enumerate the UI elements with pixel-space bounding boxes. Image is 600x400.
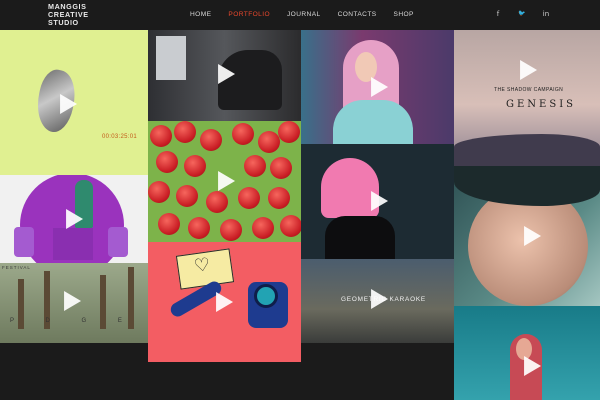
facebook-icon[interactable]: f bbox=[494, 10, 502, 18]
nav-portfolio[interactable]: PORTFOLIO bbox=[228, 11, 270, 18]
play-icon[interactable] bbox=[66, 209, 84, 229]
raspberry bbox=[252, 217, 274, 239]
raspberry bbox=[270, 157, 292, 179]
portfolio-tile-telephone[interactable]: ♡ bbox=[148, 242, 301, 362]
raspberry bbox=[268, 187, 290, 209]
timecode-label: 00:03:25:01 bbox=[102, 134, 137, 140]
window-light bbox=[156, 36, 186, 80]
purple-desk bbox=[53, 228, 93, 260]
raspberry bbox=[232, 123, 254, 145]
play-icon[interactable] bbox=[218, 64, 236, 84]
social-links: f 🐦 in bbox=[494, 10, 550, 18]
raspberry bbox=[148, 181, 170, 203]
raspberry bbox=[150, 125, 172, 147]
play-icon[interactable] bbox=[524, 356, 542, 376]
studio-logo[interactable]: MANGGIS CREATIVE STUDIO bbox=[48, 3, 108, 27]
fur-coat bbox=[333, 100, 413, 144]
nav-home[interactable]: HOME bbox=[190, 11, 211, 18]
raspberry bbox=[244, 155, 266, 177]
portfolio-tile-geometric-karaoke[interactable]: GEOMETRIC KARAOKE bbox=[301, 259, 454, 343]
main-nav: HOME PORTFOLIO JOURNAL CONTACTS SHOP bbox=[190, 11, 431, 18]
raspberry bbox=[174, 121, 196, 143]
heart-icon: ♡ bbox=[192, 253, 212, 278]
campaign-label: THE SHADOW CAMPAIGN bbox=[494, 87, 564, 93]
portfolio-tile-close-up-face[interactable] bbox=[454, 166, 600, 306]
raspberry bbox=[200, 129, 222, 151]
chair-left bbox=[14, 227, 34, 257]
play-icon[interactable] bbox=[60, 94, 78, 114]
nav-journal[interactable]: JOURNAL bbox=[287, 11, 321, 18]
raspberry bbox=[184, 155, 206, 177]
portfolio-tile-teal[interactable] bbox=[454, 306, 600, 400]
raspberry bbox=[176, 185, 198, 207]
dark-hair bbox=[454, 166, 600, 206]
linkedin-icon[interactable]: in bbox=[542, 10, 550, 18]
portfolio-tile-pastel-portrait[interactable] bbox=[301, 30, 454, 144]
raspberry bbox=[158, 213, 180, 235]
portfolio-tile-genesis[interactable]: THE SHADOW CAMPAIGN GENESIS bbox=[454, 30, 600, 166]
play-icon[interactable] bbox=[218, 171, 236, 191]
portfolio-tile-rock[interactable]: 00:03:25:01 bbox=[0, 30, 148, 175]
play-icon[interactable] bbox=[371, 77, 389, 97]
chair-right bbox=[108, 227, 128, 257]
genesis-title: GENESIS bbox=[506, 99, 576, 110]
portfolio-tile-forest[interactable]: FESTIVAL P D G E bbox=[0, 263, 148, 343]
portfolio-grid: 00:03:25:01 FESTIVAL P D G E ♡ GEOMETRIC… bbox=[0, 30, 600, 400]
raspberry bbox=[206, 191, 228, 213]
play-icon[interactable] bbox=[520, 60, 538, 80]
play-icon[interactable] bbox=[216, 292, 234, 312]
portfolio-tile-dark-room[interactable] bbox=[148, 30, 301, 121]
play-icon[interactable] bbox=[371, 191, 389, 211]
play-icon[interactable] bbox=[371, 289, 389, 309]
raspberry bbox=[220, 219, 242, 241]
raspberry bbox=[238, 187, 260, 209]
top-navigation-bar: MANGGIS CREATIVE STUDIO HOME PORTFOLIO J… bbox=[0, 0, 600, 30]
tile-letters: P D G E bbox=[10, 318, 137, 324]
nav-shop[interactable]: SHOP bbox=[394, 11, 414, 18]
raspberry bbox=[258, 131, 280, 153]
play-icon[interactable] bbox=[64, 291, 82, 311]
portfolio-tile-pink-hair[interactable] bbox=[301, 144, 454, 259]
raspberry bbox=[156, 151, 178, 173]
raspberry bbox=[278, 121, 300, 143]
portfolio-tile-raspberries[interactable] bbox=[148, 121, 301, 242]
dark-figure bbox=[325, 216, 395, 259]
nav-contacts[interactable]: CONTACTS bbox=[338, 11, 377, 18]
portfolio-tile-purple-office[interactable] bbox=[0, 175, 148, 263]
festival-laurel: FESTIVAL bbox=[2, 265, 31, 270]
raspberry bbox=[280, 215, 301, 237]
logo-line-3: STUDIO bbox=[48, 18, 79, 27]
raspberry bbox=[188, 217, 210, 239]
dune-silhouette bbox=[454, 134, 600, 166]
phone-dial bbox=[254, 284, 278, 308]
play-icon[interactable] bbox=[524, 226, 542, 246]
twitter-icon[interactable]: 🐦 bbox=[518, 10, 526, 18]
